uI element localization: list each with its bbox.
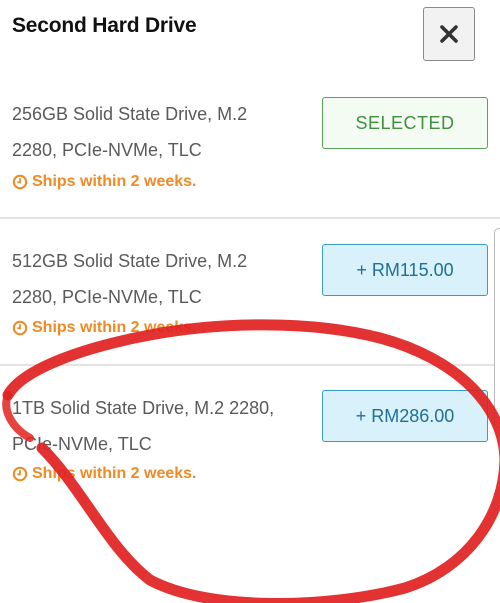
option-description-line1: 1TB Solid State Drive, M.2 2280,: [12, 398, 275, 418]
drive-option-512gb: 512GB Solid State Drive, M.2 2280, PCIe-…: [0, 219, 500, 366]
close-button[interactable]: [423, 7, 475, 61]
shipping-note-text: Ships within 2 weeks.: [32, 319, 197, 336]
option-description: 512GB Solid State Drive, M.2 2280, PCIe-…: [12, 243, 312, 315]
selected-button[interactable]: SELECTED: [322, 97, 488, 149]
option-description-line2: 2280, PCIe-NVMe, TLC: [12, 287, 202, 307]
option-description-line1: 256GB Solid State Drive, M.2: [12, 104, 248, 124]
option-description-line2: 2280, PCIe-NVMe, TLC: [12, 140, 202, 160]
shipping-note-text: Ships within 2 weeks.: [32, 173, 197, 190]
clock-icon: [12, 320, 28, 336]
shipping-note: Ships within 2 weeks.: [12, 319, 197, 337]
drive-option-1tb: 1TB Solid State Drive, M.2 2280, PCIe-NV…: [0, 366, 500, 506]
option-description: 1TB Solid State Drive, M.2 2280, PCIe-NV…: [12, 390, 312, 462]
close-icon: [440, 25, 458, 43]
shipping-note: Ships within 2 weeks.: [12, 173, 197, 191]
option-description-line1: 512GB Solid State Drive, M.2: [12, 251, 248, 271]
clock-icon: [12, 174, 28, 190]
option-description: 256GB Solid State Drive, M.2 2280, PCIe-…: [12, 96, 312, 168]
option-description-line2: PCIe-NVMe, TLC: [12, 434, 152, 454]
add-1tb-button[interactable]: + RM286.00: [322, 390, 488, 442]
add-512gb-button[interactable]: + RM115.00: [322, 244, 488, 296]
drive-option-256gb: 256GB Solid State Drive, M.2 2280, PCIe-…: [0, 85, 500, 219]
clock-icon: [12, 466, 28, 482]
page-title: Second Hard Drive: [12, 14, 197, 37]
shipping-note: Ships within 2 weeks.: [12, 465, 197, 483]
scrollbar[interactable]: [494, 228, 500, 428]
shipping-note-text: Ships within 2 weeks.: [32, 465, 197, 482]
